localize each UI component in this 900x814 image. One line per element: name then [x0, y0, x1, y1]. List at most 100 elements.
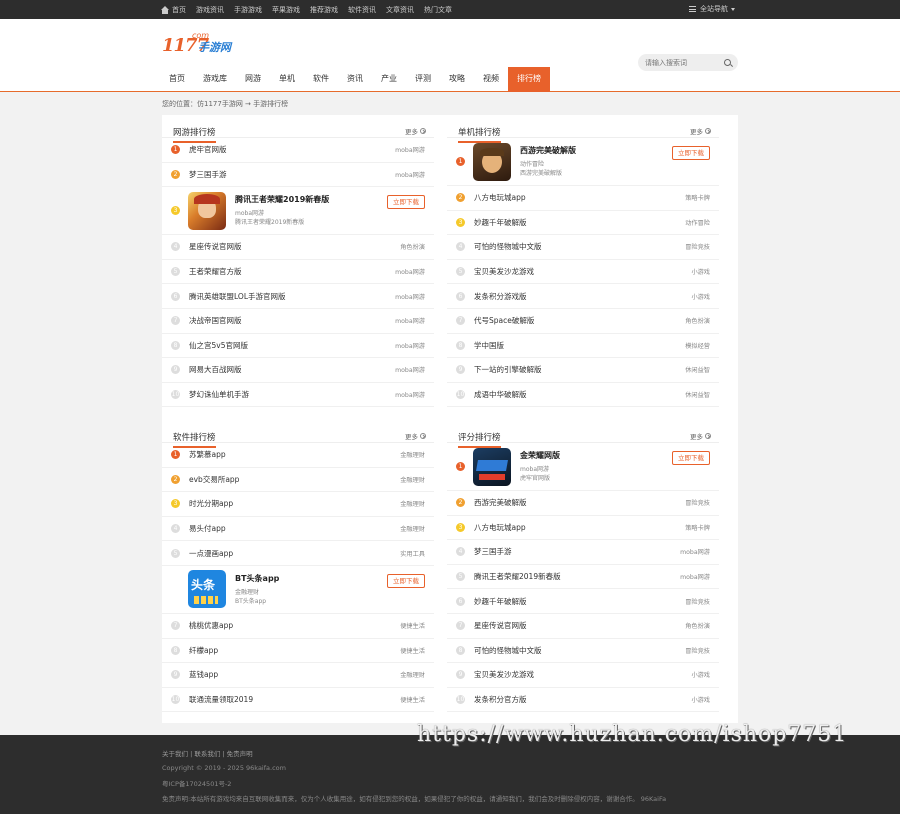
featured-item[interactable]: 1 西游完美破解版 动作冒险 西游完美破解版 立即下载: [447, 138, 719, 186]
list-item[interactable]: 2 evb交易所app 金融理财: [162, 468, 434, 493]
list-item[interactable]: 8 学中国版 模拟经营: [447, 334, 719, 359]
item-name[interactable]: 成语中华破解版: [474, 389, 685, 400]
list-item[interactable]: 4 星座传说官网版 角色扮演: [162, 235, 434, 260]
item-name[interactable]: 梦三国手游: [474, 546, 680, 557]
list-item[interactable]: 9 蓝钱app 金融理财: [162, 663, 434, 688]
item-name[interactable]: 八方电玩城app: [474, 522, 685, 533]
nav-software[interactable]: 软件: [304, 67, 338, 91]
nav-single-games[interactable]: 单机: [270, 67, 304, 91]
list-item[interactable]: 6 妙趣千年破解版 冒险竞技: [447, 589, 719, 614]
topbar-link-hot-articles[interactable]: 热门文章: [424, 5, 452, 15]
footer-links[interactable]: 关于我们 | 联系我们 | 免责声明: [162, 748, 253, 758]
list-item[interactable]: 9 下一站的引擎破解版 休闲益智: [447, 358, 719, 383]
download-button[interactable]: 立即下载: [672, 146, 710, 160]
featured-item[interactable]: 3 腾讯王者荣耀2019新春版 moba网游 腾讯王者荣耀2019新春版 立即下…: [162, 187, 434, 236]
more-link[interactable]: 更多: [690, 431, 711, 441]
item-name[interactable]: 可怕的怪物城中文版: [474, 241, 685, 252]
more-link[interactable]: 更多: [405, 126, 426, 136]
item-name[interactable]: 苏繁慕app: [189, 449, 400, 460]
list-item[interactable]: 10 发条积分官方版 小游戏: [447, 688, 719, 713]
item-name[interactable]: 虎牢官网版: [189, 144, 395, 155]
more-link[interactable]: 更多: [690, 126, 711, 136]
item-name[interactable]: 代号Space破解版: [474, 315, 685, 326]
nav-industry[interactable]: 产业: [372, 67, 406, 91]
list-item[interactable]: 9 宝贝美发沙龙游戏 小游戏: [447, 663, 719, 688]
list-item[interactable]: 5 宝贝美发沙龙游戏 小游戏: [447, 260, 719, 285]
item-name[interactable]: 联通流量领取2019: [189, 694, 400, 705]
item-name[interactable]: 星座传说官网版: [189, 241, 400, 252]
list-item[interactable]: 2 八方电玩城app 策略卡牌: [447, 186, 719, 211]
nav-reviews[interactable]: 评测: [406, 67, 440, 91]
item-name[interactable]: 蓝钱app: [189, 669, 400, 680]
item-name[interactable]: 时光分期app: [189, 498, 400, 509]
item-name[interactable]: 星座传说官网版: [474, 620, 685, 631]
search-input[interactable]: [645, 58, 721, 67]
item-name[interactable]: 腾讯王者荣耀2019新春版: [474, 571, 680, 582]
site-nav-dropdown[interactable]: 全站导航: [689, 4, 735, 14]
more-link[interactable]: 更多: [405, 431, 426, 441]
item-name[interactable]: 梦三国手游: [189, 169, 395, 180]
item-name[interactable]: 一点漫画app: [189, 548, 400, 559]
item-name[interactable]: 梦幻诛仙单机手游: [189, 389, 395, 400]
list-item[interactable]: 8 仙之宫5v5官网版 moba网游: [162, 334, 434, 359]
item-name[interactable]: 妙趣千年破解版: [474, 217, 685, 228]
app-icon[interactable]: 头条: [188, 570, 226, 609]
featured-item[interactable]: 6 头条 BT头条app 金融理财 BT头条app 立即下载: [162, 566, 434, 614]
item-name[interactable]: 桃桃优惠app: [189, 620, 400, 631]
list-item[interactable]: 4 易头付app 金融理财: [162, 517, 434, 542]
item-name[interactable]: 王者荣耀官方版: [189, 266, 395, 277]
list-item[interactable]: 5 王者荣耀官方版 moba网游: [162, 260, 434, 285]
list-item[interactable]: 10 成语中华破解版 休闲益智: [447, 383, 719, 408]
list-item[interactable]: 7 决战帝国官网版 moba网游: [162, 309, 434, 334]
topbar-link-apple-games[interactable]: 苹果游戏: [272, 5, 300, 15]
list-item[interactable]: 2 西游完美破解版 冒险竞技: [447, 491, 719, 516]
list-item[interactable]: 7 代号Space破解版 角色扮演: [447, 309, 719, 334]
topbar-link-articles[interactable]: 文章资讯: [386, 5, 414, 15]
list-item[interactable]: 4 可怕的怪物城中文版 冒险竞技: [447, 235, 719, 260]
list-item[interactable]: 6 腾讯英雄联盟LOL手游官网版 moba网游: [162, 284, 434, 309]
list-item[interactable]: 8 纤檬app 便捷生活: [162, 639, 434, 664]
nav-game-library[interactable]: 游戏库: [194, 67, 236, 91]
topbar-link-home[interactable]: 首页: [172, 5, 186, 15]
item-name[interactable]: 可怕的怪物城中文版: [474, 645, 685, 656]
list-item[interactable]: 2 梦三国手游 moba网游: [162, 163, 434, 188]
item-name[interactable]: 决战帝国官网版: [189, 315, 395, 326]
list-item[interactable]: 9 网易大百战网版 moba网游: [162, 358, 434, 383]
item-name[interactable]: 易头付app: [189, 523, 400, 534]
item-name[interactable]: 仙之宫5v5官网版: [189, 340, 395, 351]
item-name[interactable]: evb交易所app: [189, 474, 400, 485]
nav-online-games[interactable]: 网游: [236, 67, 270, 91]
topbar-link-software-news[interactable]: 软件资讯: [348, 5, 376, 15]
item-name[interactable]: 下一站的引擎破解版: [474, 364, 685, 375]
list-item[interactable]: 5 一点漫画app 实用工具: [162, 541, 434, 566]
list-item[interactable]: 7 桃桃优惠app 便捷生活: [162, 614, 434, 639]
list-item[interactable]: 10 梦幻诛仙单机手游 moba网游: [162, 383, 434, 408]
nav-news[interactable]: 资讯: [338, 67, 372, 91]
item-name[interactable]: 宝贝美发沙龙游戏: [474, 266, 691, 277]
site-logo[interactable]: 1177 com 手游网: [162, 31, 242, 57]
item-name[interactable]: 发条积分官方版: [474, 694, 691, 705]
topbar-link-recommended[interactable]: 推荐游戏: [310, 5, 338, 15]
list-item[interactable]: 6 发条积分游戏版 小游戏: [447, 284, 719, 309]
list-item[interactable]: 7 星座传说官网版 角色扮演: [447, 614, 719, 639]
list-item[interactable]: 3 时光分期app 金融理财: [162, 492, 434, 517]
item-name[interactable]: 妙趣千年破解版: [474, 596, 685, 607]
nav-videos[interactable]: 视频: [474, 67, 508, 91]
list-item[interactable]: 5 腾讯王者荣耀2019新春版 moba网游: [447, 565, 719, 590]
featured-item[interactable]: 1 金荣耀网版 moba网游 虎牢官网版 立即下载: [447, 443, 719, 491]
item-name[interactable]: 网易大百战网版: [189, 364, 395, 375]
list-item[interactable]: 10 联通流量领取2019 便捷生活: [162, 688, 434, 713]
search-icon[interactable]: [724, 59, 731, 66]
list-item[interactable]: 8 可怕的怪物城中文版 冒险竞技: [447, 639, 719, 664]
download-button[interactable]: 立即下载: [672, 451, 710, 465]
list-item[interactable]: 3 八方电玩城app 策略卡牌: [447, 516, 719, 541]
download-button[interactable]: 立即下载: [387, 573, 425, 588]
game-icon[interactable]: [473, 142, 511, 181]
item-name[interactable]: 纤檬app: [189, 645, 400, 656]
topbar-link-game-news[interactable]: 游戏资讯: [196, 5, 224, 15]
item-name[interactable]: 学中国版: [474, 340, 685, 351]
item-name[interactable]: 西游完美破解版: [474, 497, 685, 508]
nav-guides[interactable]: 攻略: [440, 67, 474, 91]
nav-rankings[interactable]: 排行榜: [508, 67, 550, 92]
download-button[interactable]: 立即下载: [387, 195, 425, 210]
